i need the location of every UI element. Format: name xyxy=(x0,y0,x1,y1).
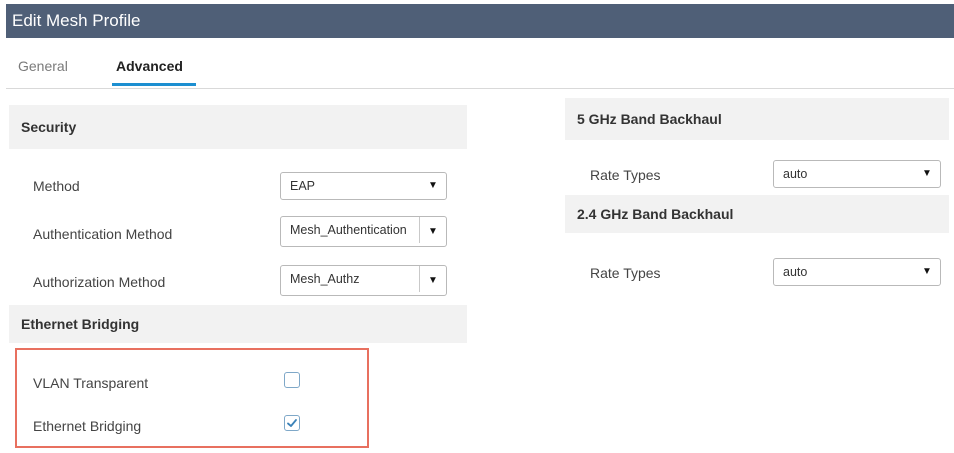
caret-down-icon: ▼ xyxy=(428,275,438,286)
checkmark-icon xyxy=(287,419,297,427)
rate-types-24ghz-select[interactable]: auto ▼ xyxy=(773,258,941,286)
method-value: EAP xyxy=(290,179,316,193)
ethernet-bridging-section-header: Ethernet Bridging xyxy=(9,305,467,343)
ethernet-bridging-checkbox[interactable] xyxy=(284,415,300,431)
authorization-method-value: Mesh_Authz xyxy=(290,272,360,286)
caret-down-icon: ▼ xyxy=(428,180,438,191)
security-section-header: Security xyxy=(9,105,467,149)
caret-down-icon: ▼ xyxy=(922,266,932,277)
method-label: Method xyxy=(33,178,80,194)
ethernet-bridging-label: Ethernet Bridging xyxy=(33,418,142,434)
rate-types-5ghz-value: auto xyxy=(783,167,808,181)
caret-down-icon: ▼ xyxy=(922,168,932,179)
authentication-method-select[interactable]: Mesh_Authentication ▼ xyxy=(280,216,447,247)
tab-advanced[interactable]: Advanced xyxy=(116,58,183,74)
tab-general[interactable]: General xyxy=(18,58,68,74)
authorization-method-select[interactable]: Mesh_Authz ▼ xyxy=(280,265,447,296)
active-tab-indicator xyxy=(112,83,196,86)
authentication-method-value: Mesh_Authentication xyxy=(290,223,407,237)
authorization-method-label: Authorization Method xyxy=(33,274,166,290)
authentication-method-label: Authentication Method xyxy=(33,226,173,242)
rate-types-5ghz-select[interactable]: auto ▼ xyxy=(773,160,941,188)
rate-types-24ghz-label: Rate Types xyxy=(590,265,661,281)
band-5ghz-section-header: 5 GHz Band Backhaul xyxy=(565,98,949,140)
vlan-transparent-checkbox[interactable] xyxy=(284,372,300,388)
rate-types-5ghz-label: Rate Types xyxy=(590,167,661,183)
band-24ghz-section-header: 2.4 GHz Band Backhaul xyxy=(565,195,949,233)
vlan-transparent-label: VLAN Transparent xyxy=(33,375,149,391)
method-select[interactable]: EAP ▼ xyxy=(280,172,447,200)
caret-down-icon: ▼ xyxy=(428,226,438,237)
tab-bar: General Advanced xyxy=(6,48,954,89)
window-title: Edit Mesh Profile xyxy=(6,4,954,38)
rate-types-24ghz-value: auto xyxy=(783,265,808,279)
